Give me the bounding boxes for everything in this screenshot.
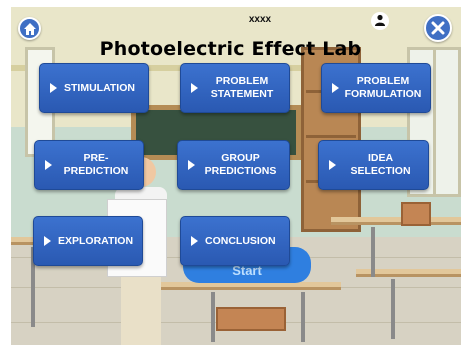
play-arrow-icon: [191, 236, 198, 246]
desk-leg: [301, 292, 305, 342]
window-pane: [433, 50, 436, 194]
stimulation-button[interactable]: STIMULATION: [39, 63, 149, 113]
group-predictions-button[interactable]: GROUP PREDICTIONS: [177, 140, 290, 190]
close-icon: [431, 21, 445, 35]
chair: [401, 202, 431, 226]
home-button[interactable]: [18, 17, 41, 40]
play-arrow-icon: [191, 83, 198, 93]
username: xxxx: [248, 14, 272, 25]
play-arrow-icon: [45, 160, 52, 170]
play-arrow-icon: [50, 83, 57, 93]
user-button[interactable]: [371, 12, 389, 30]
user-icon: [375, 14, 385, 26]
idea-selection-button[interactable]: IDEA SELECTION: [318, 140, 429, 190]
shelf-row: [306, 135, 356, 138]
play-arrow-icon: [329, 160, 336, 170]
exploration-button[interactable]: EXPLORATION: [33, 216, 143, 266]
desk-leg: [371, 227, 375, 277]
desk: [161, 282, 341, 290]
page-title: Photoelectric Effect Lab: [99, 38, 362, 60]
desk: [331, 217, 461, 225]
play-arrow-icon: [188, 160, 195, 170]
teacher-legs: [121, 275, 161, 345]
problem-statement-button[interactable]: PROBLEM STATEMENT: [180, 63, 290, 113]
play-arrow-icon: [44, 236, 51, 246]
home-icon: [24, 23, 36, 35]
problem-formulation-button[interactable]: PROBLEM FORMULATION: [321, 63, 431, 113]
desk-leg: [391, 279, 395, 339]
pre-prediction-button[interactable]: PRE- PREDICTION: [34, 140, 144, 190]
conclusion-button[interactable]: CONCLUSION: [180, 216, 290, 266]
play-arrow-icon: [332, 83, 339, 93]
chair: [216, 307, 286, 331]
desk-leg: [211, 292, 215, 342]
